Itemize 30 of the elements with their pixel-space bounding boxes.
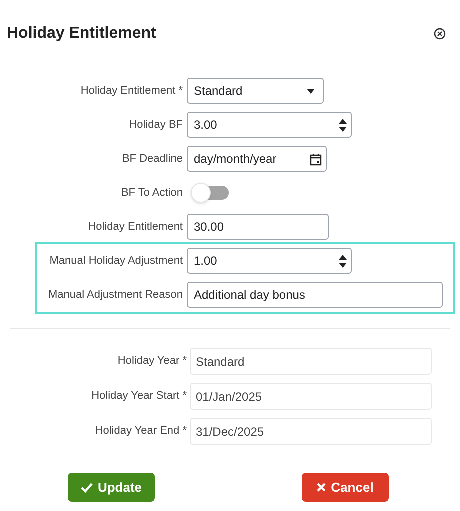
date-field[interactable]: day/month/year — [187, 146, 327, 172]
field-label: Manual Adjustment Reason — [47, 288, 184, 303]
close-icon — [317, 483, 326, 492]
close-icon[interactable] — [434, 28, 446, 40]
field-label: BF To Action — [120, 186, 184, 201]
number-field[interactable]: 3.00 — [187, 112, 352, 138]
field-label: Holiday Entitlement * — [80, 84, 184, 99]
field-label: Holiday Year * — [116, 354, 188, 370]
field-label: Holiday Year Start * — [90, 389, 188, 404]
field-label: Manual Holiday Adjustment — [48, 254, 184, 269]
cancel-button[interactable]: Cancel — [302, 473, 389, 502]
readonly-field: Standard — [190, 348, 432, 375]
input-field[interactable]: 30.00 — [187, 214, 329, 240]
spinner-icon — [339, 254, 347, 268]
calendar-icon — [310, 152, 322, 166]
field-label: Holiday Entitlement — [87, 220, 184, 235]
readonly-field: 31/Dec/2025 — [190, 418, 432, 445]
check-icon — [80, 482, 93, 492]
caret-icon — [307, 88, 315, 94]
select-field[interactable]: Standard — [187, 78, 324, 104]
number-field[interactable]: 1.00 — [187, 248, 352, 274]
input-field[interactable]: Additional day bonus — [187, 282, 443, 308]
spinner-icon — [339, 118, 347, 132]
toggle-switch[interactable] — [191, 183, 231, 203]
field-label: Holiday Year End * — [94, 424, 188, 440]
field-label: Holiday BF — [128, 118, 184, 133]
readonly-field: 01/Jan/2025 — [190, 383, 432, 410]
update-button[interactable]: Update — [68, 473, 155, 502]
field-label: BF Deadline — [121, 152, 184, 167]
dialog-title: Holiday Entitlement — [7, 24, 156, 44]
